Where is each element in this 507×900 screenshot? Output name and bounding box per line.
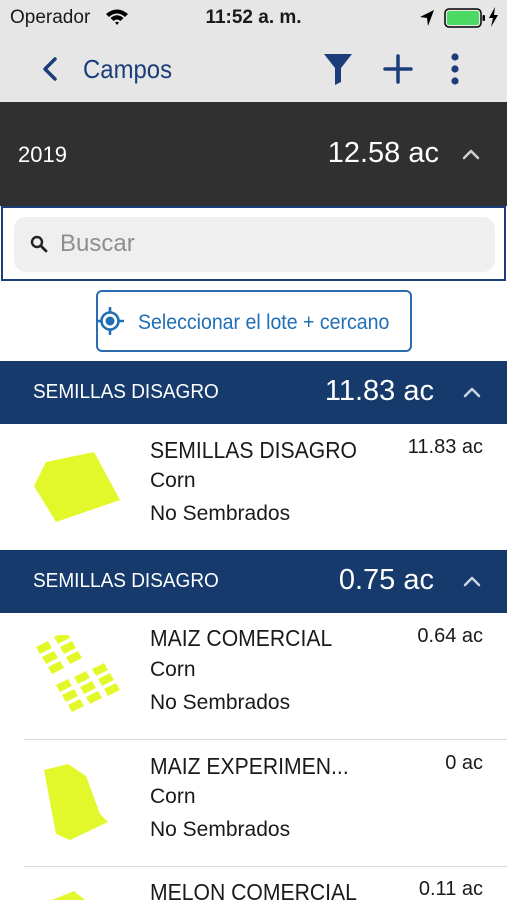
- group-header[interactable]: SEMILLAS DISAGRO 11.83 ac: [0, 361, 507, 424]
- field-row[interactable]: MAIZ EXPERIMEN... Corn No Sembrados 0 ac: [0, 740, 507, 867]
- field-boundary-thumbnail: [36, 635, 120, 712]
- battery-icon: [444, 8, 485, 28]
- select-nearest-field-label: Seleccionar el lote + cercano: [138, 311, 390, 334]
- season-year: 2019: [18, 142, 67, 167]
- select-nearest-field-button[interactable]: Seleccionar el lote + cercano: [96, 290, 412, 352]
- filter-icon[interactable]: [322, 52, 354, 86]
- field-name: SEMILLAS DISAGRO: [150, 437, 357, 463]
- chevron-up-icon[interactable]: [463, 386, 481, 398]
- field-status: No Sembrados: [150, 502, 291, 525]
- field-boundary-thumbnail: [44, 764, 108, 840]
- group-name: SEMILLAS DISAGRO: [33, 570, 219, 592]
- field-boundary-thumbnail: [52, 891, 85, 900]
- field-area: 0.64 ac: [417, 625, 483, 647]
- group-header[interactable]: SEMILLAS DISAGRO 0.75 ac: [0, 550, 507, 613]
- field-row[interactable]: SEMILLAS DISAGRO Corn No Sembrados 11.83…: [0, 424, 507, 550]
- field-area: 0 ac: [445, 752, 483, 774]
- field-boundary-thumbnail: [34, 452, 120, 522]
- field-area: 0.11 ac: [418, 878, 483, 900]
- search-input[interactable]: [60, 226, 480, 262]
- field-name: MELON COMERCIAL: [150, 879, 357, 900]
- field-crop: Corn: [150, 785, 196, 808]
- back-chevron-icon[interactable]: [40, 55, 60, 83]
- field-row[interactable]: MELON COMERCIAL 0.11 ac: [0, 867, 507, 900]
- charging-bolt-icon: [489, 7, 498, 27]
- page-title: Campos: [83, 54, 173, 84]
- season-summary-bar[interactable]: 2019 12.58 ac: [0, 102, 507, 206]
- more-vertical-icon[interactable]: [448, 52, 462, 86]
- plus-icon[interactable]: [383, 54, 413, 84]
- search-bar: [1, 206, 506, 281]
- field-area: 11.83 ac: [407, 436, 483, 458]
- field-row[interactable]: MAIZ COMERCIAL Corn No Sembrados 0.64 ac: [0, 613, 507, 740]
- navigation-bar: Campos: [0, 36, 507, 102]
- search-box[interactable]: [14, 217, 495, 272]
- location-arrow-icon: [420, 10, 434, 26]
- field-crop: Corn: [150, 469, 196, 492]
- field-name: MAIZ EXPERIMEN...: [150, 753, 349, 779]
- field-crop: Corn: [150, 658, 196, 681]
- chevron-up-icon[interactable]: [463, 575, 481, 587]
- group-total-area: 11.83 ac: [324, 375, 434, 407]
- group-name: SEMILLAS DISAGRO: [33, 381, 219, 403]
- field-name: MAIZ COMERCIAL: [150, 625, 333, 651]
- field-status: No Sembrados: [150, 818, 291, 841]
- season-total-area: 12.58 ac: [327, 137, 439, 169]
- group-total-area: 0.75 ac: [338, 564, 434, 596]
- status-bar: Operador 11:52 a. m.: [0, 0, 507, 36]
- chevron-up-icon[interactable]: [462, 148, 480, 160]
- search-icon: [30, 235, 48, 253]
- locate-target-icon: [96, 307, 124, 335]
- field-status: No Sembrados: [150, 691, 291, 714]
